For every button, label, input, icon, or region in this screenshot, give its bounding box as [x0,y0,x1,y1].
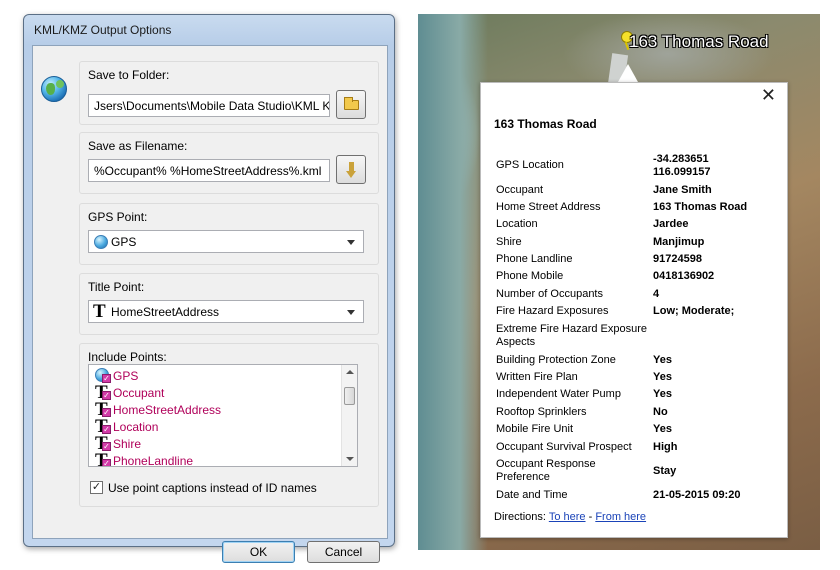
gps-point-select[interactable]: GPS [88,230,364,253]
gps-point-group: GPS Point: GPS [79,203,379,265]
dialog-title: KML/KMZ Output Options [34,23,172,37]
satellite-map[interactable]: 163 Thomas Road ✕ 163 Thomas Road GPS Lo… [418,14,820,550]
save-filename-group: Save as Filename: %Occupant% %HomeStreet… [79,132,379,194]
map-sea-area [418,14,488,550]
globe-icon [41,76,67,102]
save-folder-label: Save to Folder: [88,68,170,82]
title-point-group: Title Point: T HomeStreetAddress [79,273,379,335]
kml-output-options-dialog: KML/KMZ Output Options Save to Folder: J… [23,14,395,563]
gps-point-value: GPS [111,235,137,249]
placemark-label[interactable]: 163 Thomas Road [629,32,769,52]
gps-point-label: GPS Point: [88,210,148,224]
chevron-down-icon [347,310,355,315]
save-filename-field[interactable]: %Occupant% %HomeStreetAddress%.kml [88,159,330,182]
close-icon[interactable]: ✕ [761,85,776,106]
chevron-down-icon [347,240,355,245]
list-item[interactable]: T ✓ HomeStreetAddress [95,400,335,419]
use-captions-label: Use point captions instead of ID names [108,481,317,495]
use-captions-checkbox[interactable]: ✓ [90,481,103,494]
dialog-client-area: Save to Folder: Jsers\Documents\Mobile D… [32,45,388,563]
globe-icon [94,235,108,249]
title-point-select[interactable]: T HomeStreetAddress [88,300,364,323]
title-point-value: HomeStreetAddress [111,305,220,319]
scroll-down-icon[interactable] [346,457,354,461]
list-item[interactable]: T ✓ PhoneLandline [95,451,335,467]
text-type-icon: T [93,301,106,322]
list-scrollbar[interactable] [341,365,357,466]
list-item[interactable]: T ✓ Location [95,417,335,436]
insert-field-button[interactable] [336,155,366,184]
placemark-popup: ✕ 163 Thomas Road GPS Location -34.28365… [480,82,788,538]
include-points-list[interactable]: ✓ GPS T ✓ Occupant T ✓ HomeStreetAddress… [88,364,358,467]
checked-icon: ✓ [102,459,111,467]
directions-links: Directions: To here - From here [494,511,647,523]
arrow-down-icon [346,162,357,178]
include-points-group: Include Points: ✓ GPS T ✓ Occupant T ✓ H… [79,343,379,507]
save-filename-label: Save as Filename: [88,139,188,153]
list-item[interactable]: T ✓ Shire [95,434,335,453]
from-here-link[interactable]: From here [595,511,646,523]
browse-folder-button[interactable] [336,90,366,119]
popup-row: GPS Location -34.283651 116.099157 [496,153,711,178]
list-item[interactable]: T ✓ Occupant [95,383,335,402]
save-folder-field[interactable]: Jsers\Documents\Mobile Data Studio\KML K… [88,94,330,117]
popup-title: 163 Thomas Road [494,117,597,131]
scroll-thumb[interactable] [344,387,355,405]
to-here-link[interactable]: To here [549,511,586,523]
list-item[interactable]: ✓ GPS [95,367,335,384]
scroll-up-icon[interactable] [346,370,354,374]
cancel-button[interactable]: Cancel [307,541,380,563]
include-points-label: Include Points: [88,350,167,364]
save-folder-group: Save to Folder: Jsers\Documents\Mobile D… [79,61,379,125]
folder-open-icon [344,97,359,110]
title-point-label: Title Point: [88,280,145,294]
ok-button[interactable]: OK [222,541,295,563]
popup-tail [618,64,638,82]
